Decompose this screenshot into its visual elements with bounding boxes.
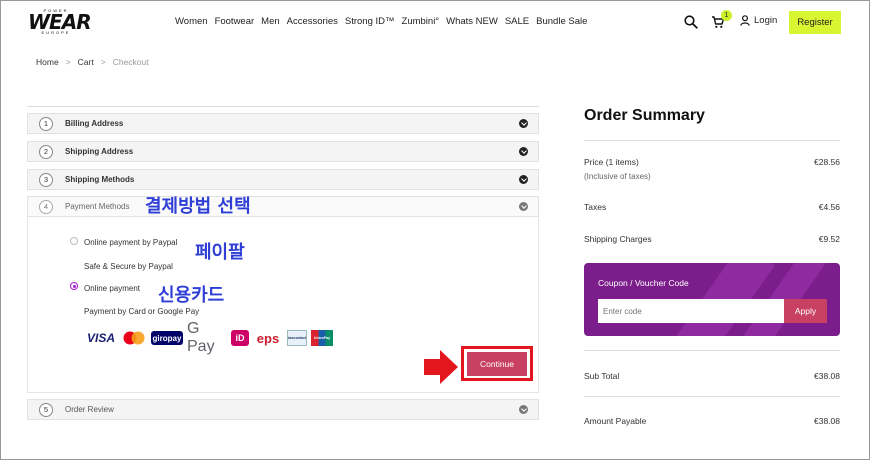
breadcrumb-cart[interactable]: Cart [78, 57, 94, 67]
step-billing-address[interactable]: 1 Billing Address [27, 113, 539, 134]
paypal-description: Safe & Secure by Paypal [84, 262, 173, 271]
paypal-option-label[interactable]: Online payment by Paypal [84, 238, 177, 247]
breadcrumb-checkout: Checkout [112, 57, 149, 67]
price-subtext: (Inclusive of taxes) [584, 172, 651, 181]
subtotal-label: Sub Total [584, 371, 620, 381]
step-label: Payment Methods [65, 202, 130, 211]
step-shipping-address[interactable]: 2 Shipping Address [27, 141, 539, 162]
nav-item-women[interactable]: Women [175, 16, 208, 27]
annotation-credit-card: 신용카드 [158, 285, 225, 306]
step-number: 2 [39, 144, 53, 159]
google-pay-logo: G Pay [187, 320, 215, 355]
login-link[interactable]: Login [740, 15, 777, 26]
chevron-down-icon [519, 202, 528, 211]
divider [584, 350, 840, 351]
register-button[interactable]: Register [789, 11, 841, 34]
divider [584, 140, 840, 141]
step-number: 1 [39, 116, 53, 131]
chevron-down-icon [519, 119, 528, 128]
apply-coupon-button[interactable]: Apply [784, 299, 827, 323]
eps-logo: eps [256, 330, 280, 346]
subtotal-value: €38.08 [814, 371, 840, 381]
taxes-label: Taxes [584, 202, 607, 212]
coupon-box: Coupon / Voucher Code Apply [584, 263, 840, 336]
step-order-review[interactable]: 5 Order Review [27, 399, 539, 420]
ideal-logo: iD [231, 330, 249, 346]
card-option-label[interactable]: Online payment [84, 284, 140, 293]
nav-item-strong-id[interactable]: Strong ID™ [345, 16, 395, 27]
breadcrumb-separator: > [65, 57, 71, 67]
step-number: 5 [39, 402, 53, 417]
price-value: €28.56 [814, 157, 840, 167]
card-description: Payment by Card or Google Pay [84, 307, 200, 316]
step-number: 4 [39, 199, 53, 214]
main-nav: Women Footwear Men Accessories Strong ID… [175, 16, 594, 27]
cart-count-badge: 1 [721, 10, 732, 21]
summary-row-taxes: Taxes €4.56 [584, 202, 840, 212]
step-label: Shipping Methods [65, 175, 135, 184]
summary-row-amount-payable: Amount Payable €38.08 [584, 416, 840, 426]
nav-item-zumbini[interactable]: Zumbini° [402, 16, 440, 27]
nav-item-men[interactable]: Men [261, 16, 279, 27]
coupon-code-input[interactable] [598, 299, 784, 323]
paypal-radio[interactable] [70, 237, 78, 245]
unionpay-logo: UnionPay [311, 330, 333, 346]
logo-wordmark: WEAR [28, 10, 92, 34]
breadcrumb-separator: > [100, 57, 106, 67]
visa-logo: VISA [86, 331, 115, 345]
nav-item-whats-new[interactable]: Whats NEW [446, 16, 498, 27]
nav-item-accessories[interactable]: Accessories [287, 16, 338, 27]
taxes-value: €4.56 [818, 202, 840, 212]
step-label: Order Review [65, 405, 114, 414]
login-label: Login [754, 15, 778, 26]
nav-item-footwear[interactable]: Footwear [215, 16, 255, 27]
chevron-down-icon [519, 147, 528, 156]
mastercard-logo [123, 331, 145, 345]
price-label: Price (1 items) [584, 157, 639, 167]
chevron-down-icon [519, 405, 528, 414]
divider [27, 106, 539, 107]
step-label: Billing Address [65, 119, 124, 128]
breadcrumb-home[interactable]: Home [36, 57, 59, 67]
nav-item-bundle-sale[interactable]: Bundle Sale [536, 16, 587, 27]
payment-logos: VISA giropay G Pay iD eps bancontact Uni… [85, 320, 337, 356]
step-shipping-methods[interactable]: 3 Shipping Methods [27, 169, 539, 190]
annotation-paypal: 페이팔 [195, 242, 245, 263]
summary-row-subtotal: Sub Total €38.08 [584, 371, 840, 381]
logo[interactable]: POWER WEAR EUROPE [28, 9, 92, 37]
breadcrumb: Home > Cart > Checkout [36, 57, 149, 67]
payable-value: €38.08 [814, 416, 840, 426]
search-icon[interactable] [684, 15, 698, 29]
summary-row-price: Price (1 items) (Inclusive of taxes) €28… [584, 157, 840, 181]
shipping-value: €9.52 [818, 234, 840, 244]
nav-item-sale[interactable]: SALE [505, 16, 529, 27]
user-icon [740, 15, 750, 26]
shipping-label: Shipping Charges [584, 234, 652, 244]
giropay-logo: giropay [151, 331, 183, 345]
chevron-down-icon [519, 175, 528, 184]
step-number: 3 [39, 172, 53, 187]
card-radio[interactable] [70, 282, 78, 290]
continue-button[interactable]: Continue [467, 352, 527, 376]
step-payment-methods[interactable]: 4 Payment Methods [27, 196, 539, 217]
annotation-select-payment: 결제방법 선택 [145, 196, 251, 217]
payable-label: Amount Payable [584, 416, 647, 426]
arrow-right-icon [424, 350, 458, 384]
summary-title: Order Summary [584, 107, 705, 124]
step-label: Shipping Address [65, 147, 134, 156]
divider [584, 396, 840, 397]
summary-row-shipping: Shipping Charges €9.52 [584, 234, 840, 244]
coupon-title: Coupon / Voucher Code [598, 278, 689, 288]
bancontact-logo: bancontact [287, 330, 307, 346]
